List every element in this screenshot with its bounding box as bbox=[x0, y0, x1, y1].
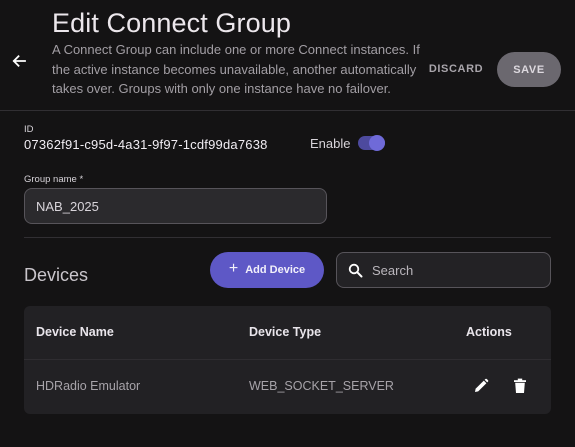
device-type-cell: WEB_SOCKET_SERVER bbox=[249, 379, 394, 393]
group-name-label: Group name * bbox=[24, 174, 84, 185]
id-value: 07362f91-c95d-4a31-9f97-1cdf99da7638 bbox=[24, 137, 268, 152]
delete-device-button[interactable] bbox=[510, 376, 530, 396]
device-name-cell: HDRadio Emulator bbox=[36, 379, 141, 393]
column-header-device-type: Device Type bbox=[249, 325, 322, 339]
add-device-label: Add Device bbox=[245, 264, 306, 276]
page-title: Edit Connect Group bbox=[52, 8, 291, 38]
devices-title: Devices bbox=[24, 265, 89, 285]
back-button[interactable] bbox=[6, 48, 32, 74]
edit-connect-group-page: Edit Connect Group A Connect Group can i… bbox=[0, 0, 575, 447]
section-divider bbox=[24, 237, 551, 238]
edit-device-button[interactable] bbox=[471, 376, 491, 396]
save-button[interactable]: SAVE bbox=[497, 52, 561, 87]
trash-icon bbox=[514, 378, 526, 393]
column-header-actions: Actions bbox=[466, 325, 512, 339]
add-device-button[interactable]: + Add Device bbox=[210, 252, 324, 288]
enable-toggle[interactable] bbox=[358, 135, 385, 151]
arrow-left-icon bbox=[12, 55, 26, 67]
group-name-field[interactable] bbox=[24, 188, 327, 224]
pencil-icon bbox=[475, 378, 489, 392]
header-row-divider bbox=[24, 359, 551, 360]
id-label: ID bbox=[24, 124, 34, 135]
search-icon bbox=[348, 263, 363, 277]
search-field[interactable] bbox=[336, 252, 551, 288]
column-header-device-name: Device Name bbox=[36, 325, 114, 339]
plus-icon: + bbox=[228, 260, 239, 277]
search-input[interactable] bbox=[372, 262, 532, 278]
toggle-knob bbox=[369, 135, 385, 151]
devices-table: Device Name Device Type Actions HDRadio … bbox=[24, 306, 551, 414]
header-divider bbox=[0, 110, 575, 111]
page-description: A Connect Group can include one or more … bbox=[52, 42, 420, 96]
enable-label: Enable bbox=[310, 136, 351, 151]
discard-button[interactable]: DISCARD bbox=[425, 58, 487, 80]
